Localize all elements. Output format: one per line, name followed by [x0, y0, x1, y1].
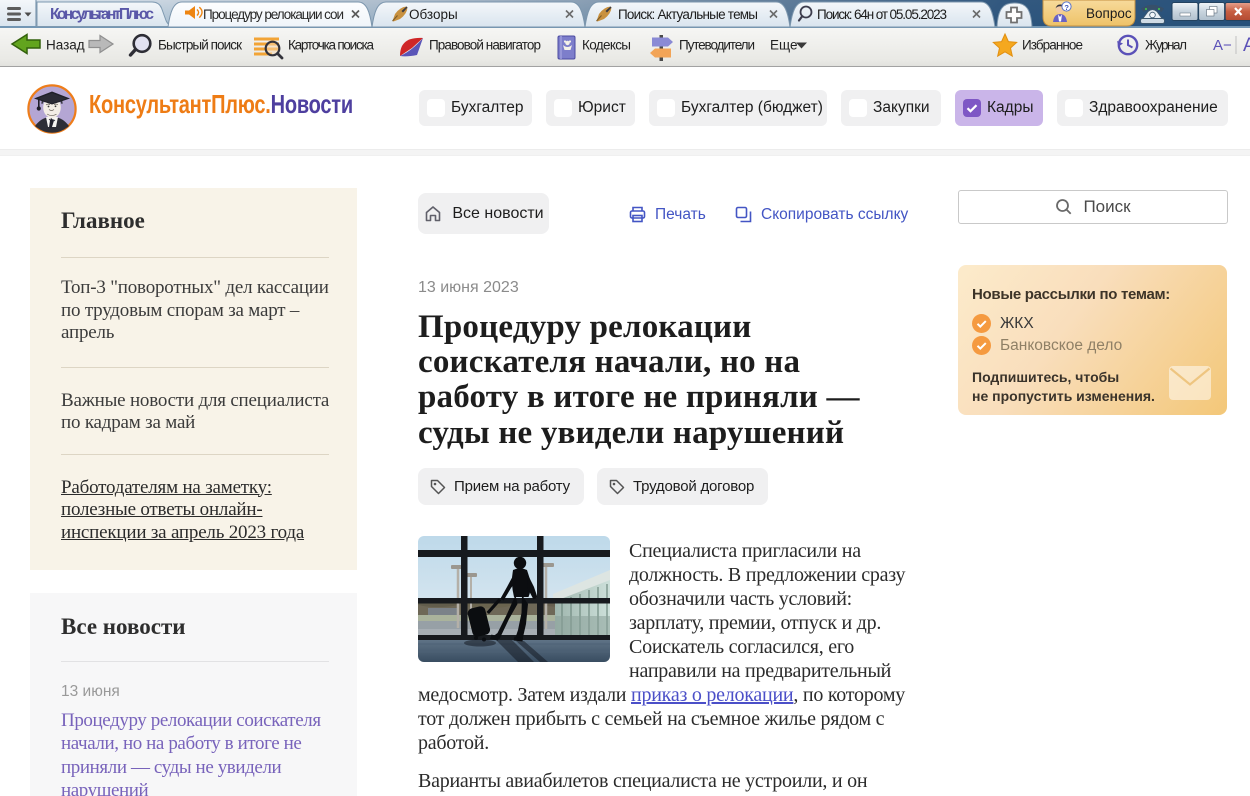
svg-text:Быстрый поиск: Быстрый поиск	[158, 38, 242, 53]
svg-text:Вопрос: Вопрос	[1086, 6, 1132, 21]
svg-text:Обзоры: Обзоры	[409, 7, 458, 22]
svg-text:Журнал: Журнал	[1145, 38, 1187, 53]
svg-text:Назад: Назад	[46, 38, 85, 53]
svg-text:Карточка поиска: Карточка поиска	[288, 38, 374, 53]
svg-text:Кодексы: Кодексы	[582, 38, 631, 53]
svg-text:Путеводители: Путеводители	[679, 38, 755, 53]
svg-text:Избранное: Избранное	[1022, 38, 1083, 53]
svg-text:Еще: Еще	[770, 38, 797, 53]
svg-text:?: ?	[1064, 3, 1069, 12]
svg-text:Процедуру релокации сои: Процедуру релокации сои	[203, 7, 344, 22]
svg-text:Поиск: 64н от 05.05.2023: Поиск: 64н от 05.05.2023	[817, 7, 947, 22]
svg-text:КонсультантПлюс: КонсультантПлюс	[50, 6, 154, 23]
svg-text:А: А	[1243, 35, 1250, 56]
svg-text:Поиск: Актуальные темы: Поиск: Актуальные темы	[618, 7, 758, 22]
svg-text:Правовой навигатор: Правовой навигатор	[429, 38, 541, 53]
svg-text:А−: А−	[1213, 37, 1232, 54]
